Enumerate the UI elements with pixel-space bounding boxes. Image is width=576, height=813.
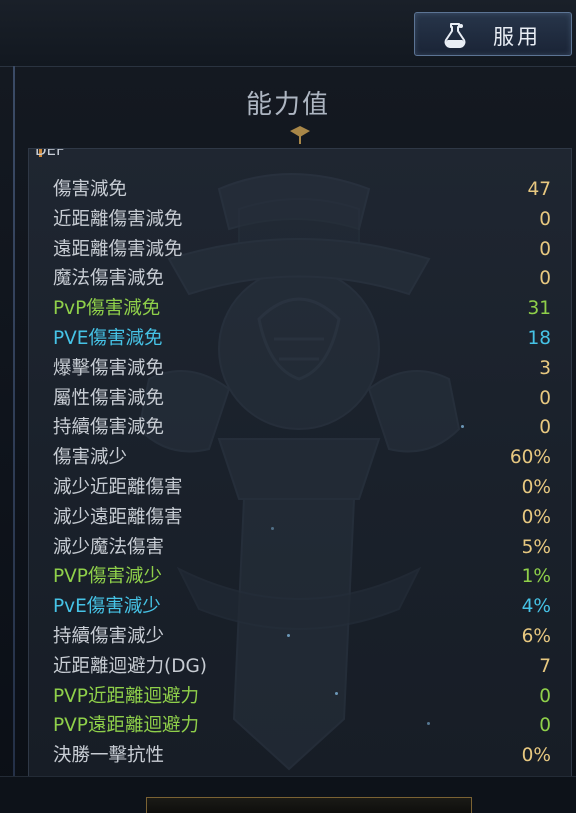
stat-value: 6% <box>521 625 551 647</box>
title-divider <box>150 126 576 144</box>
stat-label: 遠距離傷害減免 <box>53 238 183 260</box>
stat-label: 減少近距離傷害 <box>53 476 183 498</box>
panel-header: DEF <box>35 148 65 159</box>
stat-row: 減少近距離傷害 0% <box>29 473 571 503</box>
stat-row: 持續傷害減免 0 <box>29 413 571 443</box>
stat-row: 魔法傷害減免 0 <box>29 264 571 294</box>
top-bar: 服用 <box>0 0 576 67</box>
stat-label: PVP遠距離迴避力 <box>53 715 199 737</box>
bottom-button[interactable] <box>146 797 472 813</box>
stat-value: 5% <box>521 536 551 558</box>
section-title: 能力值 <box>245 90 330 120</box>
stat-value: 0 <box>539 208 551 230</box>
stat-row: 近距離迴避力(DG) 7 <box>29 652 571 682</box>
stat-value: 0 <box>539 417 551 439</box>
stat-row: 屬性傷害減免 0 <box>29 384 571 414</box>
stat-value: 18 <box>527 327 551 349</box>
stat-label: 決勝一擊抗性 <box>53 745 165 767</box>
stat-value: 0 <box>539 268 551 290</box>
stat-value: 60% <box>509 447 551 469</box>
stat-row: 減少遠距離傷害 0% <box>29 503 571 533</box>
stat-label: PvE傷害減少 <box>53 596 161 618</box>
stat-row: PVP遠距離迴避力 0 <box>29 711 571 741</box>
stat-value: 31 <box>527 298 551 320</box>
stat-row: 決勝一擊抗性 0% <box>29 741 571 771</box>
stat-row: PVE傷害減免 18 <box>29 324 571 354</box>
stat-label: 近距離傷害減免 <box>53 208 183 230</box>
stat-row: PVP近距離迴避力 0 <box>29 682 571 712</box>
stat-value: 0 <box>539 238 551 260</box>
stat-row: 近距離傷害減免 0 <box>29 205 571 235</box>
stat-value: 4% <box>521 596 551 618</box>
stats-panel: DEF 傷害減免 47 近距離傷害減免 0 遠距離傷害減免 0 魔法傷害減免 0 PvP傷害減免… <box>28 148 572 777</box>
stat-value: 0% <box>521 506 551 528</box>
stat-row: 遠距離傷害減免 0 <box>29 235 571 265</box>
stat-label: PvP傷害減免 <box>53 298 161 320</box>
stat-row: PvP傷害減免 31 <box>29 294 571 324</box>
stat-row: 傷害減免 47 <box>29 175 571 205</box>
stat-label: 屬性傷害減免 <box>53 387 165 409</box>
stat-label: PVE傷害減免 <box>53 327 163 349</box>
stat-value: 0% <box>521 745 551 767</box>
use-button[interactable]: 服用 <box>414 12 572 56</box>
stat-label: PVP近距離迴避力 <box>53 685 199 707</box>
sparkle <box>461 425 464 428</box>
stat-value: 1% <box>521 566 551 588</box>
stat-row: 減少魔法傷害 5% <box>29 533 571 563</box>
stat-label: 持續傷害減免 <box>53 417 165 439</box>
stat-label: 減少魔法傷害 <box>53 536 165 558</box>
stat-row: 爆擊傷害減免 3 <box>29 354 571 384</box>
stat-value: 0% <box>521 476 551 498</box>
stat-label: 魔法傷害減免 <box>53 268 165 290</box>
stat-value: 47 <box>527 179 551 200</box>
stats-list: 傷害減免 47 近距離傷害減免 0 遠距離傷害減免 0 魔法傷害減免 0 PvP傷害減免 31 PV… <box>29 175 571 771</box>
stat-row: PvE傷害減少 4% <box>29 592 571 622</box>
stat-label: PVP傷害減少 <box>53 566 162 588</box>
stat-label: 持續傷害減少 <box>53 625 165 647</box>
sparkle <box>271 527 274 530</box>
stat-label: 傷害減免 <box>53 179 128 200</box>
stat-label: 爆擊傷害減免 <box>53 357 165 379</box>
stat-label: 近距離迴避力(DG) <box>53 655 208 677</box>
sparkle <box>427 722 430 725</box>
sparkle <box>335 692 338 695</box>
sparkle <box>287 634 290 637</box>
stat-label: 減少遠距離傷害 <box>53 506 183 528</box>
stat-row: PVP傷害減少 1% <box>29 562 571 592</box>
stats-window: 服用 能力值 DEF 傷害減免 47 近距離傷害減免 0 遠距離傷害減免 0 魔… <box>0 0 576 813</box>
frame-line <box>13 66 15 776</box>
stat-row: 傷害減少 60% <box>29 443 571 473</box>
stat-value: 3 <box>539 357 551 379</box>
stat-row: 持續傷害減少 6% <box>29 622 571 652</box>
stat-value: 0 <box>539 685 551 707</box>
stat-value: 0 <box>539 715 551 737</box>
use-button-label: 服用 <box>493 25 541 49</box>
stat-value: 0 <box>539 387 551 409</box>
stat-value: 7 <box>539 655 551 677</box>
potion-icon <box>444 23 466 48</box>
stat-label: 傷害減少 <box>53 447 128 469</box>
